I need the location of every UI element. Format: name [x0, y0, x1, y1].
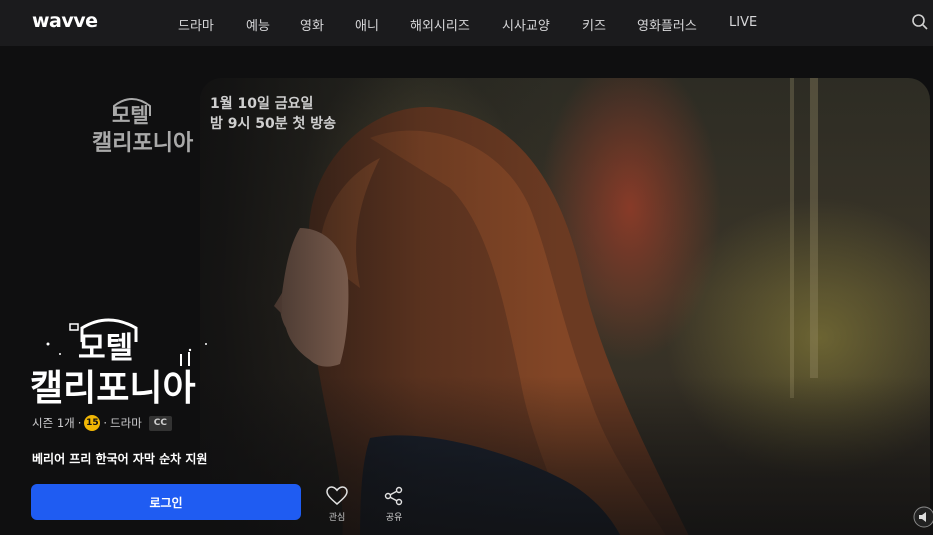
hero-banner[interactable]: 모텔 캘리포니아 1월 10일 금요일 밤 9시 50분 첫 방송 모텔 캘리포…	[0, 46, 933, 535]
nav-item-documentary[interactable]: 시사교양	[502, 15, 550, 34]
promo-line-2: 밤 9시 50분 첫 방송	[210, 116, 336, 132]
svg-text:캘리포니아: 캘리포니아	[92, 131, 194, 156]
share-button[interactable]: 공유	[378, 486, 410, 523]
mute-icon[interactable]	[913, 506, 933, 528]
favorite-button[interactable]: 관심	[321, 486, 353, 523]
nav-item-foreign-series[interactable]: 해외시리즈	[410, 15, 470, 34]
heart-icon	[326, 486, 348, 505]
svg-text:모텔: 모텔	[112, 103, 149, 127]
genre-label: 드라마	[110, 416, 142, 430]
nav-item-variety[interactable]: 예능	[246, 15, 270, 34]
meta-separator: ·	[77, 416, 82, 430]
promo-air-date: 1월 10일 금요일 밤 9시 50분 첫 방송	[210, 94, 336, 134]
show-title-logo: 모텔 캘리포니아	[30, 318, 207, 406]
meta-separator: ·	[103, 416, 108, 430]
nav-item-movie[interactable]: 영화	[300, 15, 324, 34]
promo-line-1: 1월 10일 금요일	[210, 96, 314, 112]
wavve-logo[interactable]: wavve	[32, 10, 98, 32]
login-button[interactable]: 로그인	[31, 484, 301, 520]
nav-item-kids[interactable]: 키즈	[582, 15, 606, 34]
subtitle-notice: 베리어 프리 한국어 자막 순차 지원	[32, 452, 208, 466]
svg-text:캘리포니아: 캘리포니아	[30, 368, 196, 406]
closed-caption-badge: CC	[148, 415, 172, 431]
season-count: 시즌 1개	[32, 416, 75, 430]
top-header: wavve 드라마 예능 영화 애니 해외시리즈 시사교양 키즈 영화플러스 L…	[0, 0, 933, 46]
search-icon[interactable]	[911, 13, 929, 31]
share-icon	[384, 486, 403, 506]
nav-item-movie-plus[interactable]: 영화플러스	[637, 15, 697, 34]
show-meta: 시즌 1개 · 15 · 드라마 CC	[32, 414, 172, 432]
nav-item-drama[interactable]: 드라마	[178, 15, 214, 34]
svg-text:모텔: 모텔	[78, 331, 133, 366]
favorite-label: 관심	[328, 513, 346, 523]
nav-item-anime[interactable]: 애니	[355, 15, 379, 34]
nav-item-live[interactable]: LIVE	[729, 15, 757, 30]
promo-title-logo: 모텔 캘리포니아	[92, 98, 194, 156]
age-rating-badge: 15	[84, 415, 101, 431]
share-label: 공유	[385, 513, 403, 523]
